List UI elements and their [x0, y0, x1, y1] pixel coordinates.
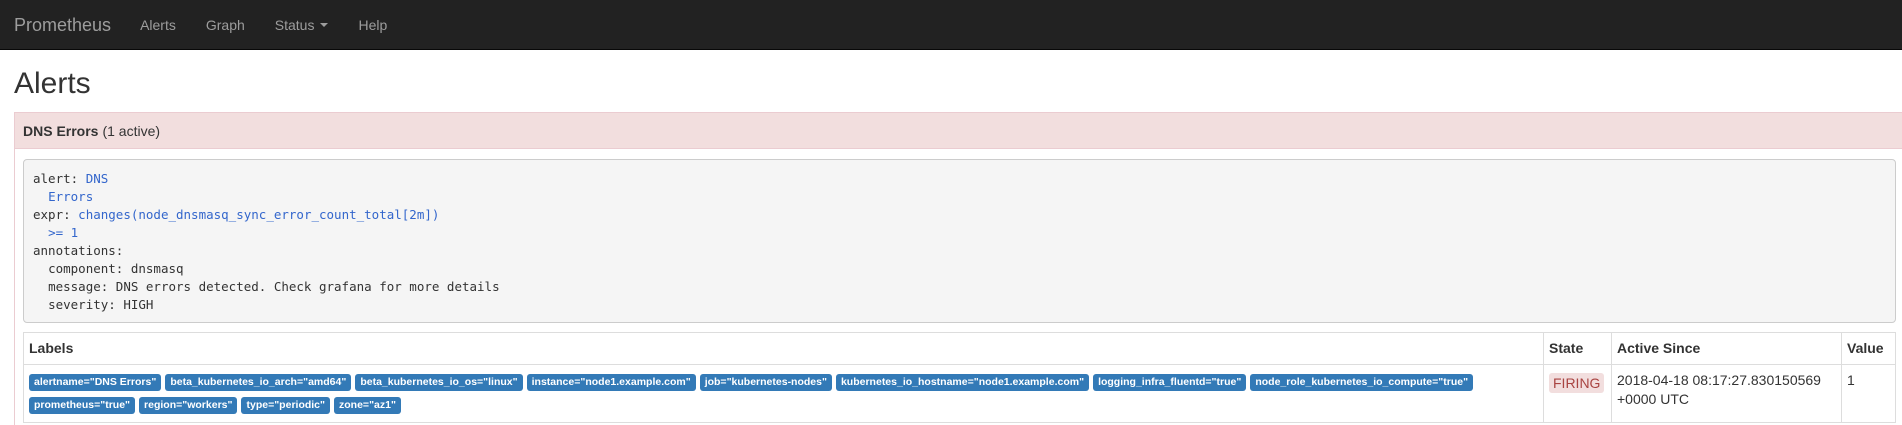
rule-expr-link[interactable]: changes(node_dnsmasq_sync_error_count_to…	[78, 207, 439, 222]
label-badge[interactable]: zone="az1"	[334, 397, 401, 414]
rule-annotation-message: message: DNS errors detected. Check graf…	[48, 279, 500, 294]
nav-menu: Alerts Graph Status Help	[125, 0, 402, 50]
alert-group-name: DNS Errors	[23, 122, 99, 139]
rule-annotation-component: component: dnsmasq	[48, 261, 184, 276]
nav-graph[interactable]: Graph	[191, 0, 260, 50]
table-header-row: Labels State Active Since Value	[23, 332, 1896, 365]
page-title: Alerts	[14, 67, 91, 100]
rule-annotation-severity: severity: HIGH	[48, 297, 154, 312]
alert-group-header[interactable]: DNS Errors (1 active)	[15, 113, 1902, 149]
rule-alert-key: alert:	[33, 171, 79, 186]
rule-expr-link-cont[interactable]: >= 1	[48, 225, 78, 240]
rule-alert-value[interactable]: DNS	[86, 171, 109, 186]
label-badge[interactable]: beta_kubernetes_io_os="linux"	[355, 374, 523, 391]
alert-active-count: (1 active)	[102, 122, 161, 139]
label-badge[interactable]: instance="node1.example.com"	[526, 374, 696, 391]
label-badge[interactable]: prometheus="true"	[29, 397, 136, 414]
rule-annotations-key: annotations:	[33, 243, 124, 258]
active-since-timezone: +0000 UTC	[1617, 391, 1689, 407]
rule-alert-value-cont[interactable]: Errors	[48, 189, 93, 204]
rule-expr-key: expr:	[33, 207, 71, 222]
state-cell: FIRING	[1543, 364, 1612, 423]
label-badge[interactable]: kubernetes_io_hostname="node1.example.co…	[835, 374, 1090, 391]
label-badge[interactable]: logging_infra_fluentd="true"	[1093, 374, 1247, 391]
label-badge[interactable]: beta_kubernetes_io_arch="amd64"	[165, 374, 352, 391]
active-alerts-table: Labels State Active Since Value alertnam…	[23, 332, 1896, 423]
active-since-cell: 2018-04-18 08:17:27.830150569 +0000 UTC	[1611, 364, 1842, 423]
header-active-since: Active Since	[1611, 332, 1842, 365]
nav-status-dropdown[interactable]: Status	[260, 0, 344, 50]
labels-cell: alertname="DNS Errors" beta_kubernetes_io…	[23, 364, 1544, 423]
top-navbar: Prometheus Alerts Graph Status Help	[0, 0, 1902, 50]
active-since-datetime: 2018-04-18 08:17:27.830150569	[1617, 372, 1821, 388]
header-labels: Labels	[23, 332, 1544, 365]
table-row: alertname="DNS Errors" beta_kubernetes_io…	[23, 364, 1896, 423]
alert-rule-definition: alert: DNS Errors expr: changes(node_dnsm…	[23, 159, 1896, 323]
header-value: Value	[1841, 332, 1896, 365]
nav-alerts[interactable]: Alerts	[125, 0, 191, 50]
label-badge[interactable]: job="kubernetes-nodes"	[699, 374, 832, 391]
label-badge[interactable]: alertname="DNS Errors"	[29, 374, 162, 391]
label-badge[interactable]: region="workers"	[139, 397, 238, 414]
nav-help[interactable]: Help	[343, 0, 402, 50]
state-badge: FIRING	[1549, 373, 1605, 393]
header-state: State	[1543, 332, 1612, 365]
value-cell: 1	[1841, 364, 1896, 423]
alert-group-panel: DNS Errors (1 active) alert: DNS Errors e…	[14, 112, 1902, 425]
nav-status-label: Status	[274, 16, 315, 33]
label-badge[interactable]: type="periodic"	[241, 397, 331, 414]
caret-down-icon	[320, 22, 329, 27]
label-badge[interactable]: node_role_kubernetes_io_compute="true"	[1250, 374, 1474, 391]
brand-link[interactable]: Prometheus	[14, 0, 111, 50]
